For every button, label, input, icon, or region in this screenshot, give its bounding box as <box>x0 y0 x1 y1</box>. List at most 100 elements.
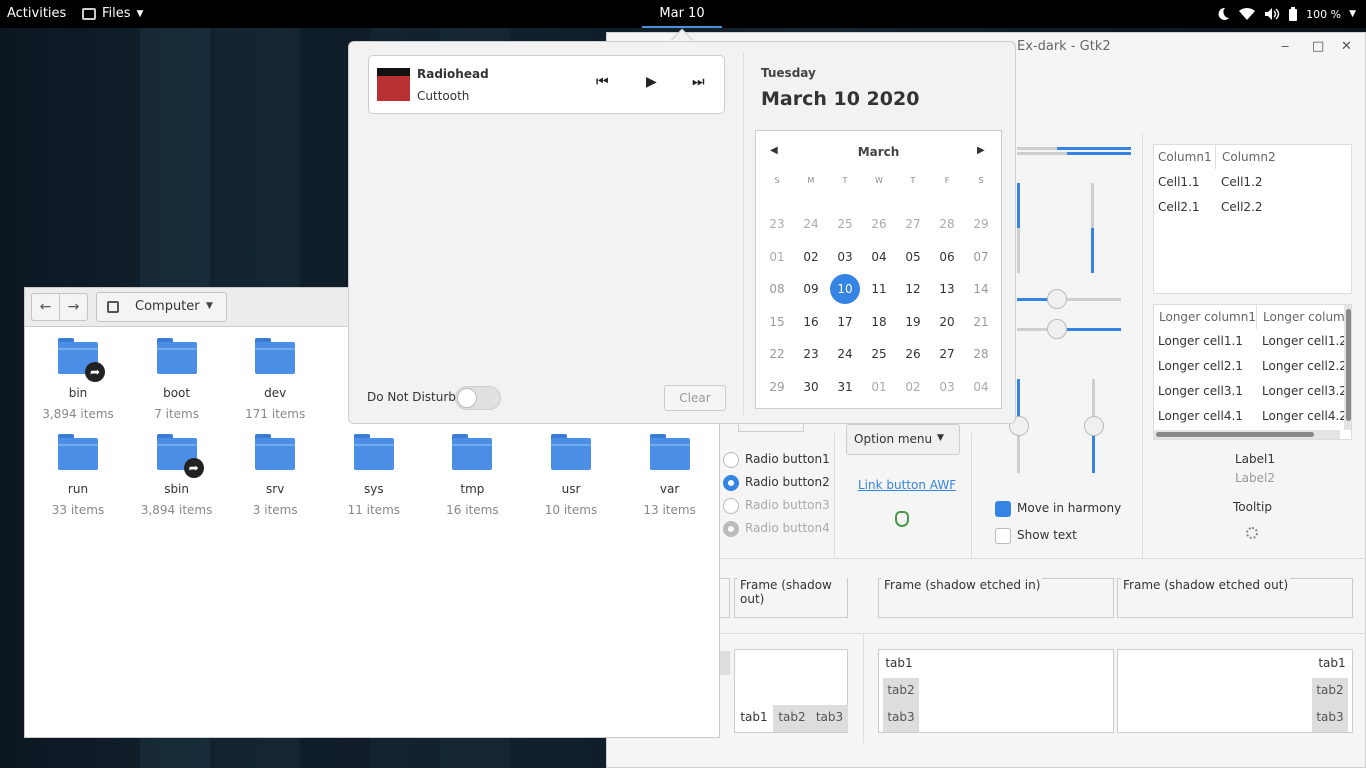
calendar-day[interactable]: 21 <box>964 315 998 329</box>
calendar-day[interactable]: 05 <box>896 250 930 264</box>
calendar-day[interactable]: 30 <box>794 380 828 394</box>
calendar-day[interactable]: 27 <box>896 217 930 231</box>
location-bar[interactable]: Computer ▼ <box>96 292 227 322</box>
calendar-day[interactable]: 13 <box>930 282 964 296</box>
calendar-day[interactable]: 01 <box>760 250 794 264</box>
calendar-day[interactable]: 29 <box>760 380 794 394</box>
calendar-day[interactable]: 15 <box>760 315 794 329</box>
vertical-scale[interactable] <box>1091 183 1094 273</box>
minimize-icon[interactable]: ‒ <box>1281 39 1289 54</box>
folder-item[interactable]: boot 7 items <box>128 338 226 422</box>
calendar-day[interactable]: 23 <box>794 347 828 361</box>
calendar-day[interactable]: 01 <box>862 380 896 394</box>
previous-track-icon[interactable]: ⏮ <box>596 74 609 90</box>
vertical-scale[interactable] <box>1017 183 1020 273</box>
column-header[interactable]: Longer colum <box>1263 310 1345 324</box>
calendar-day[interactable]: 31 <box>828 380 862 394</box>
calendar-day[interactable]: 23 <box>760 217 794 231</box>
scale-handle[interactable] <box>1084 416 1104 436</box>
tab[interactable]: tab2 <box>883 678 919 705</box>
calendar-day-selected[interactable]: 10 <box>828 282 862 296</box>
calendar-day[interactable]: 29 <box>964 217 998 231</box>
tree-cell[interactable]: Cell1.2 <box>1221 175 1263 189</box>
tree-cell[interactable]: Longer cell2.1 <box>1158 359 1243 373</box>
tree-cell[interactable]: Cell2.2 <box>1221 200 1263 214</box>
clock[interactable]: Mar 10 03:59 <box>642 0 722 49</box>
calendar-day[interactable]: 25 <box>862 347 896 361</box>
calendar-day[interactable]: 07 <box>964 250 998 264</box>
calendar-day[interactable]: 03 <box>930 380 964 394</box>
play-icon[interactable]: ▶ <box>646 74 657 90</box>
scale-handle[interactable] <box>1047 289 1067 309</box>
tooltip-label[interactable]: Tooltip <box>1233 500 1272 514</box>
link-button[interactable]: Link button AWF <box>858 478 956 492</box>
tree-cell[interactable]: Longer cell4.1 <box>1158 409 1243 423</box>
tab[interactable]: tab1 <box>879 651 919 678</box>
calendar-day[interactable]: 03 <box>828 250 862 264</box>
calendar-day[interactable]: 24 <box>794 217 828 231</box>
app-menu[interactable]: Files ▼ <box>82 0 143 28</box>
tree-cell[interactable]: Longer cell1.1 <box>1158 334 1243 348</box>
tab[interactable]: tab1 <box>1312 651 1352 678</box>
option-menu[interactable]: Option menu ▼ <box>846 424 960 455</box>
tree-cell[interactable]: Cell2.1 <box>1158 200 1200 214</box>
calendar-day[interactable]: 17 <box>828 315 862 329</box>
tree-cell[interactable]: Longer cell4.2 <box>1262 409 1347 423</box>
calendar-day[interactable]: 18 <box>862 315 896 329</box>
folder-item[interactable]: sys 11 items <box>325 433 423 518</box>
folder-item[interactable]: ➦ sbin 3,894 items <box>128 433 226 518</box>
tree-cell[interactable]: Longer cell1.2 <box>1262 334 1347 348</box>
forward-button[interactable]: → <box>59 293 88 321</box>
tree-cell[interactable]: Longer cell2.2 <box>1262 359 1347 373</box>
calendar-day[interactable]: 04 <box>964 380 998 394</box>
calendar-day[interactable]: 22 <box>760 347 794 361</box>
tree-cell[interactable]: Longer cell3.1 <box>1158 384 1243 398</box>
calendar-day[interactable]: 19 <box>896 315 930 329</box>
calendar-day[interactable]: 26 <box>896 347 930 361</box>
next-month-icon[interactable]: ▶ <box>977 145 985 156</box>
tab[interactable]: tab3 <box>1312 705 1348 732</box>
folder-item[interactable]: ➦ bin 3,894 items <box>29 338 127 422</box>
calendar-day[interactable]: 27 <box>930 347 964 361</box>
spin-button[interactable] <box>738 424 804 432</box>
back-button[interactable]: ← <box>31 293 60 321</box>
system-tray[interactable]: 100 % ▼ <box>1216 0 1356 28</box>
clear-button[interactable]: Clear <box>664 385 726 411</box>
calendar-day[interactable]: 12 <box>896 282 930 296</box>
folder-item[interactable]: srv 3 items <box>226 433 324 518</box>
calendar-day[interactable]: 20 <box>930 315 964 329</box>
column-header[interactable]: Column2 <box>1222 150 1276 164</box>
calendar-day[interactable]: 24 <box>828 347 862 361</box>
folder-item[interactable]: tmp 16 items <box>423 433 521 518</box>
column-header[interactable]: Longer column1 <box>1159 310 1256 324</box>
tree-cell[interactable]: Longer cell3.2 <box>1262 384 1347 398</box>
folder-item[interactable]: dev 171 items <box>226 338 324 422</box>
calendar-day[interactable]: 28 <box>964 347 998 361</box>
calendar-day[interactable]: 14 <box>964 282 998 296</box>
next-track-icon[interactable]: ⏭ <box>692 74 705 90</box>
calendar-day[interactable]: 02 <box>794 250 828 264</box>
calendar-day[interactable]: 06 <box>930 250 964 264</box>
tree-view[interactable]: Longer column1 Longer colum Longer cell1… <box>1153 304 1352 440</box>
calendar-day[interactable]: 04 <box>862 250 896 264</box>
calendar-day[interactable]: 26 <box>862 217 896 231</box>
calendar-day[interactable]: 16 <box>794 315 828 329</box>
tab[interactable]: tab3 <box>883 705 919 732</box>
horizontal-scale[interactable] <box>1017 328 1121 331</box>
calendar-day[interactable]: 09 <box>794 282 828 296</box>
tab[interactable]: tab1 <box>735 705 773 732</box>
column-header[interactable]: Column1 <box>1158 150 1212 164</box>
tab[interactable]: tab3 <box>811 705 848 732</box>
calendar-day[interactable]: 28 <box>930 217 964 231</box>
horizontal-scrollbar[interactable] <box>1154 430 1340 439</box>
horizontal-scale[interactable] <box>1017 298 1121 301</box>
tab[interactable]: tab2 <box>773 705 811 732</box>
calendar-day[interactable]: 11 <box>862 282 896 296</box>
folder-item[interactable]: run 33 items <box>29 433 127 518</box>
scale-handle[interactable] <box>1047 319 1067 339</box>
calendar-day[interactable]: 02 <box>896 380 930 394</box>
tab[interactable]: tab2 <box>1312 678 1348 705</box>
activities-button[interactable]: Activities <box>7 0 66 28</box>
maximize-icon[interactable]: □ <box>1312 39 1324 54</box>
vertical-scrollbar[interactable] <box>1344 305 1351 430</box>
